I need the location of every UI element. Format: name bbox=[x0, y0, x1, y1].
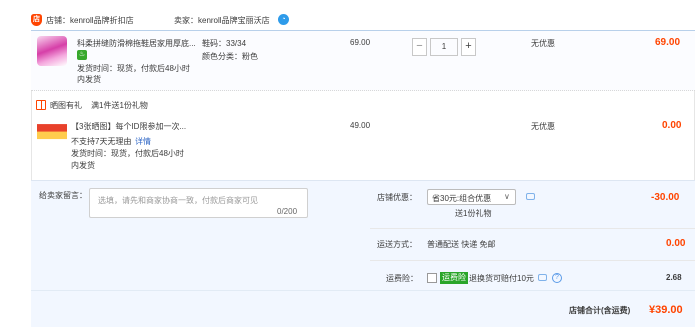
message-placeholder: 选填，请先和商家协商一致，付款后商家可见 bbox=[98, 196, 258, 205]
promo-amount: -30.00 bbox=[651, 192, 680, 203]
insurance-desc: 退换货可赔付10元 bbox=[469, 274, 534, 283]
message-label: 给卖家留言： bbox=[39, 191, 87, 200]
store-name[interactable]: 店铺：kenroll品牌折扣店 bbox=[46, 15, 134, 26]
discount-text: 无优惠 bbox=[531, 122, 555, 131]
insurance-amount: 2.68 bbox=[666, 273, 682, 282]
total-amount: ¥39.00 bbox=[649, 304, 683, 316]
sku-color: 颜色分类：粉色 bbox=[202, 52, 258, 61]
promo-label: 店铺优惠： bbox=[377, 193, 417, 202]
shipping-amount: 0.00 bbox=[666, 238, 686, 249]
no-return-note: 不支持7天无理由 bbox=[71, 137, 132, 146]
sku-size: 鞋码：33/34 bbox=[202, 39, 247, 48]
promo-select[interactable]: 省30元:组合优惠 ∨ bbox=[427, 189, 516, 205]
chevron-down-icon: ∨ bbox=[504, 192, 510, 201]
seller-name[interactable]: 卖家：kenroll品牌宝丽沃店 bbox=[174, 15, 270, 26]
total-label: 店铺合计(含运费) bbox=[569, 306, 631, 315]
shop-icon: 店 bbox=[31, 14, 42, 26]
detail-link[interactable]: 详情 bbox=[135, 136, 151, 147]
discount-text: 无优惠 bbox=[531, 39, 555, 48]
quantity-stepper: − 1 + bbox=[412, 38, 476, 56]
comment-icon[interactable] bbox=[526, 193, 535, 200]
wangwang-chat-icon[interactable]: ◔ bbox=[278, 14, 289, 25]
unit-price: 49.00 bbox=[350, 121, 371, 130]
product-thumbnail-slippers[interactable] bbox=[37, 36, 67, 66]
ship-time-cont: 内发货 bbox=[77, 75, 101, 84]
product-thumbnail-gift[interactable] bbox=[37, 118, 67, 148]
gift-icon bbox=[36, 100, 46, 110]
service-badge-icon: ♨ bbox=[77, 50, 87, 60]
message-counter: 0/200 bbox=[277, 207, 298, 216]
ship-time-cont: 内发货 bbox=[71, 161, 95, 170]
decrease-button[interactable]: − bbox=[412, 38, 427, 56]
item-title[interactable]: 科柔拼缝防滑棉拖鞋居家用厚底... bbox=[77, 38, 196, 49]
promo-selected: 省30元:组合优惠 bbox=[432, 194, 492, 203]
item-title[interactable]: 【3张晒图】每个ID限参加一次... bbox=[71, 121, 186, 132]
insurance-checkbox[interactable] bbox=[427, 273, 437, 283]
divider bbox=[370, 260, 695, 261]
quantity-input[interactable]: 1 bbox=[430, 38, 458, 56]
insurance-badge: 运费险 bbox=[440, 272, 468, 284]
divider bbox=[370, 228, 695, 229]
gift-desc: 满1件送1份礼物 bbox=[91, 101, 148, 110]
promo-gift-note: 送1份礼物 bbox=[455, 209, 492, 218]
item-subtotal: 0.00 bbox=[662, 120, 682, 131]
unit-price: 69.00 bbox=[350, 38, 371, 47]
comment-icon[interactable] bbox=[538, 274, 547, 281]
shipping-method: 普通配送 快递 免邮 bbox=[427, 240, 496, 249]
increase-button[interactable]: + bbox=[461, 38, 476, 56]
item-subtotal: 69.00 bbox=[655, 37, 681, 48]
shipping-label: 运送方式： bbox=[377, 240, 417, 249]
help-icon[interactable]: ? bbox=[552, 273, 562, 283]
ship-time: 发货时间：现货，付款后48小时 bbox=[71, 149, 184, 158]
gift-tag: 晒图有礼 bbox=[50, 101, 82, 110]
insurance-label: 运费险： bbox=[386, 274, 418, 283]
message-field[interactable]: 选填，请先和商家协商一致，付款后商家可见 0/200 bbox=[89, 188, 308, 218]
ship-time: 发货时间：现货，付款后48小时 bbox=[77, 64, 190, 73]
